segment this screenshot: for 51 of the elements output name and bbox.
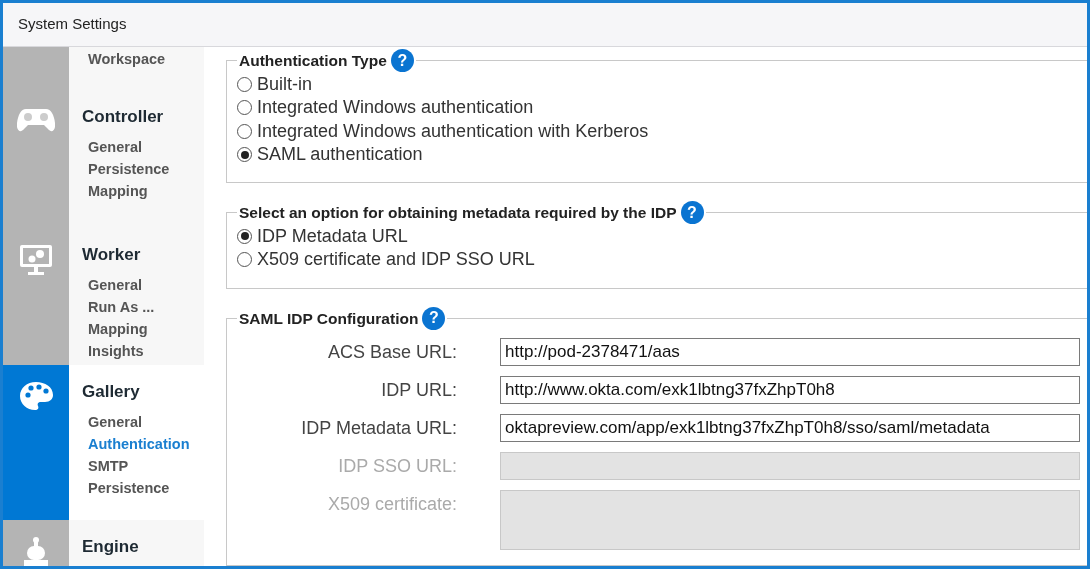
section-heading: SAML IDP Configuration — [239, 308, 419, 329]
sidebar-group-heading[interactable]: Controller — [82, 104, 204, 130]
radio-label: SAML authentication — [257, 143, 423, 166]
field-label: IDP SSO URL: — [337, 454, 457, 478]
palette-icon — [19, 381, 53, 411]
section-heading: Select an option for obtaining metadata required by the IDP — [239, 203, 677, 224]
sidebar-item[interactable]: Run As ... — [82, 295, 204, 318]
sidebar-item[interactable]: Insights — [82, 339, 204, 362]
radio-button[interactable] — [237, 228, 252, 244]
help-button[interactable]: ? — [680, 201, 704, 225]
sidebar-item[interactable]: General — [82, 410, 204, 433]
sidebar-group-heading[interactable]: Worker — [82, 242, 204, 268]
sidebar-item[interactable]: General — [82, 135, 204, 158]
input-field[interactable]: oktapreview.com/app/exk1lbtng37fxZhpT0h8/sso/saml/metadata — [500, 413, 1080, 442]
section-heading: Authentication Type — [239, 51, 387, 71]
sidebar-icon-tile[interactable] — [3, 365, 69, 520]
radio-button[interactable] — [237, 123, 252, 139]
sidebar-icon-tile[interactable] — [3, 228, 69, 365]
sidebar-item[interactable]: SMTP — [82, 454, 204, 477]
sidebar-item[interactable]: Mapping — [82, 179, 204, 202]
radio-button[interactable] — [237, 147, 252, 162]
gamepad-icon — [17, 106, 55, 134]
radio-label: Built-in — [257, 72, 313, 96]
radio-label: Integrated Windows authentication — [257, 96, 534, 119]
input-field[interactable]: http://pod-2378471/aas — [500, 337, 1080, 366]
field-label: ACS Base URL: — [326, 340, 457, 364]
input-field[interactable]: http://www.okta.com/exk1lbtng37fxZhpT0h8 — [500, 375, 1080, 404]
field-label: X509 certificate: — [326, 492, 457, 516]
radio-button[interactable] — [237, 252, 252, 268]
field-label: IDP Metadata URL: — [300, 416, 457, 440]
radio-button[interactable] — [237, 100, 252, 115]
radio-label: X509 certificate and IDP SSO URL — [257, 248, 535, 272]
sidebar-item[interactable]: Persistence — [82, 476, 204, 499]
monitor-gears-icon — [19, 244, 53, 276]
sidebar-group-heading[interactable]: Gallery — [82, 379, 204, 405]
radio-label: IDP Metadata URL — [257, 224, 408, 248]
help-button[interactable]: ? — [390, 49, 414, 73]
window-title: System Settings — [18, 14, 127, 35]
field-label: IDP URL: — [380, 378, 457, 402]
sidebar-group-heading[interactable]: Engine — [82, 534, 204, 560]
sidebar-item[interactable]: Persistence — [82, 157, 204, 180]
sidebar-icon-tile[interactable] — [3, 520, 69, 566]
sidebar-item[interactable]: Authentication — [82, 432, 204, 455]
sidebar-item[interactable]: Mapping — [82, 317, 204, 340]
radio-label: Integrated Windows authentication with Kerberos — [257, 119, 649, 143]
sidebar-icon-tile[interactable] — [3, 47, 69, 90]
sidebar-item[interactable]: Workspace — [82, 48, 204, 70]
locomotive-icon — [21, 536, 51, 566]
sidebar-item[interactable]: General — [82, 273, 204, 296]
help-button[interactable]: ? — [422, 306, 446, 330]
radio-button[interactable] — [237, 76, 252, 92]
